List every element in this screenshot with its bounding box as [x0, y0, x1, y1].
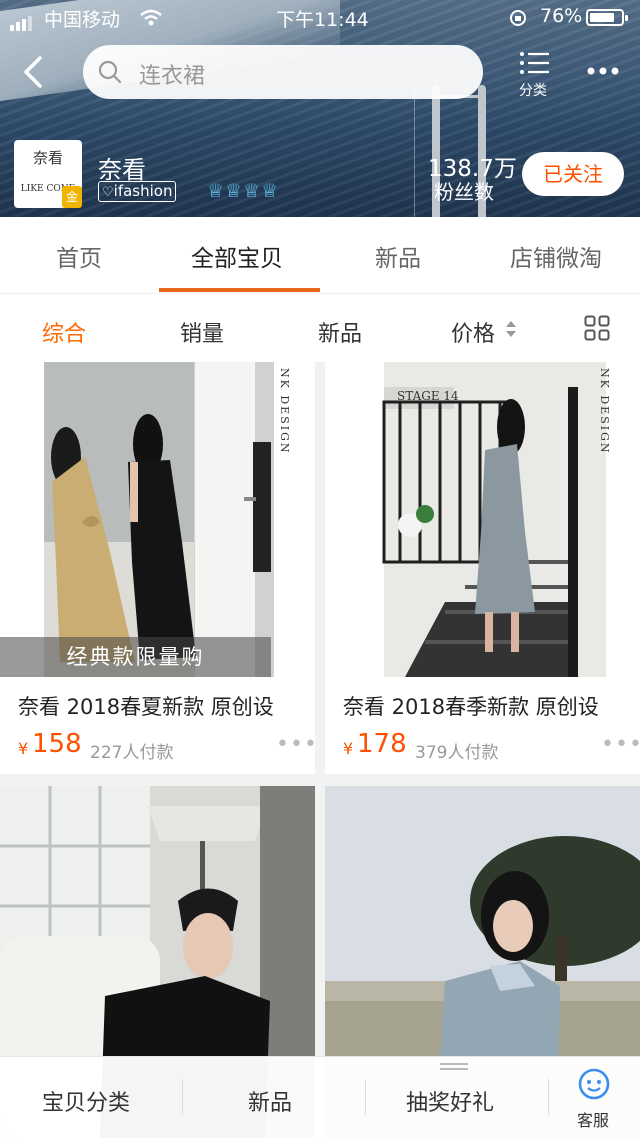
product-card[interactable]: NK DESIGN 经典款限量购 奈看 2018春夏新款 原创设 ¥ 158 2…: [0, 362, 315, 774]
search-icon: [98, 60, 122, 84]
active-tab-indicator: [159, 288, 320, 292]
currency-symbol: ¥: [18, 739, 29, 758]
status-bar: 中国移动 下午11:44 76%: [0, 0, 640, 34]
heart-icon: ♡: [102, 185, 114, 200]
product-card[interactable]: STAGE 14 NK DESIGN 奈看 2018春季新款 原创设 ¥ 178…: [325, 362, 640, 774]
category-button[interactable]: 分类: [514, 48, 556, 99]
gold-badge: 金: [62, 186, 82, 208]
tab-all-items[interactable]: 全部宝贝: [191, 239, 283, 273]
carrier-label: 中国移动: [44, 9, 121, 31]
list-icon: [520, 52, 549, 74]
search-input[interactable]: 连衣裙: [83, 45, 483, 99]
ifashion-tag: ♡ifashion: [98, 181, 177, 202]
shop-name: 奈看: [98, 156, 146, 184]
bottom-item-lottery[interactable]: 抽奖好礼: [406, 1085, 494, 1117]
product-more-icon[interactable]: •••: [276, 732, 315, 757]
category-label: 分类: [519, 83, 547, 99]
battery-percent: 76%: [540, 5, 583, 27]
product-price: 178: [357, 729, 407, 759]
sort-sales[interactable]: 销量: [180, 316, 224, 348]
brand-vertical-text: NK DESIGN: [598, 368, 611, 455]
tab-home[interactable]: 首页: [56, 239, 102, 273]
ifashion-label: ifashion: [113, 182, 173, 200]
battery-icon: [586, 9, 628, 26]
sort-comprehensive[interactable]: 综合: [42, 316, 86, 348]
sort-bar: 综合 销量 新品 价格: [0, 293, 640, 362]
brand-vertical-text: NK DESIGN: [278, 368, 291, 455]
product-more-icon[interactable]: •••: [601, 732, 640, 757]
product-price: 158: [32, 729, 82, 759]
bottom-item-categories[interactable]: 宝贝分类: [42, 1085, 130, 1117]
shop-logo-cn: 奈看: [32, 149, 63, 167]
customer-service-label: 客服: [577, 1111, 610, 1130]
handle-icon: [440, 1063, 468, 1065]
product-title: 奈看 2018春季新款 原创设: [343, 695, 599, 719]
product-promo-badge: 经典款限量购: [0, 637, 271, 677]
wifi-icon: [140, 9, 162, 26]
customer-service-icon: [578, 1068, 610, 1100]
tab-new[interactable]: 新品: [375, 239, 421, 273]
clock: 下午11:44: [276, 9, 369, 31]
sort-arrows-icon: [506, 321, 516, 337]
product-title: 奈看 2018春夏新款 原创设: [18, 695, 274, 719]
currency-symbol: ¥: [343, 739, 354, 758]
search-placeholder: 连衣裙: [139, 64, 206, 89]
signal-icon: [10, 9, 34, 31]
grid-view-icon[interactable]: [584, 315, 610, 341]
crown-rating-icon: ♕♕♕♕: [207, 180, 280, 202]
bottom-divider: [365, 1079, 366, 1115]
sort-price[interactable]: 价格: [451, 316, 495, 348]
sort-new[interactable]: 新品: [318, 316, 362, 348]
shop-logo[interactable]: 奈看 LIKE CONE 金: [14, 140, 82, 208]
handle-icon: [440, 1068, 468, 1070]
bottom-bar: 宝贝分类 新品 抽奖好礼 客服: [0, 1056, 640, 1139]
back-icon[interactable]: [20, 54, 48, 90]
product-image: [325, 362, 640, 677]
bottom-item-new[interactable]: 新品: [248, 1085, 292, 1117]
product-image: [0, 362, 315, 677]
fans-label: 粉丝数: [434, 180, 494, 204]
bottom-divider: [548, 1079, 549, 1115]
rotation-lock-icon: [510, 10, 526, 26]
tab-weitao[interactable]: 店铺微淘: [510, 239, 602, 273]
stage-sign-text: STAGE 14: [397, 389, 459, 403]
follow-button[interactable]: 已关注: [522, 152, 624, 196]
more-icon[interactable]: [586, 66, 620, 76]
bottom-divider: [182, 1079, 183, 1115]
shop-tabs: 首页 全部宝贝 新品 店铺微淘: [0, 217, 640, 293]
product-sold-count: 227人付款: [90, 743, 174, 763]
product-sold-count: 379人付款: [415, 743, 499, 763]
customer-service-button[interactable]: 客服: [560, 1063, 632, 1135]
